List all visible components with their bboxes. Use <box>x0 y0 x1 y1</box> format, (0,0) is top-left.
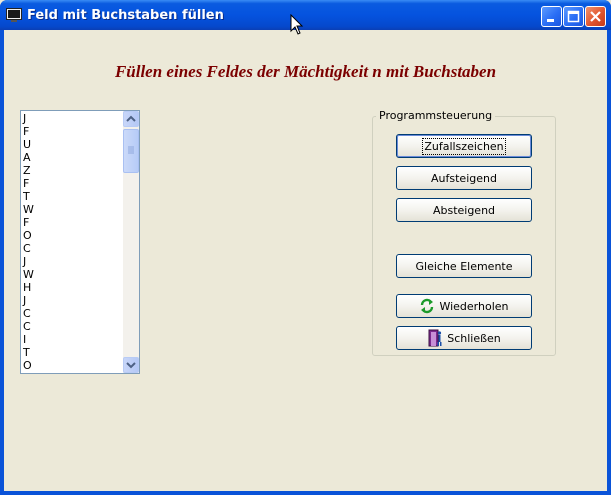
exit-door-icon <box>428 329 442 347</box>
repeat-label: Wiederholen <box>439 299 509 313</box>
minimize-icon <box>547 19 554 22</box>
list-item[interactable]: F <box>23 125 123 138</box>
random-letters-button[interactable]: Zufallszeichen <box>396 134 532 158</box>
list-item[interactable]: J <box>23 255 123 268</box>
listbox-scrollbar[interactable] <box>123 111 139 373</box>
list-item[interactable]: J <box>23 112 123 125</box>
window-bottom-border <box>0 491 611 495</box>
window-title: Feld mit Buchstaben füllen <box>27 8 224 23</box>
list-item[interactable]: F <box>23 177 123 190</box>
list-item[interactable]: C <box>23 307 123 320</box>
mouse-pointer-icon <box>290 14 304 35</box>
list-item[interactable]: U <box>23 138 123 151</box>
grip-icon <box>128 146 134 154</box>
random-letters-label: Zufallszeichen <box>422 137 506 155</box>
list-item[interactable]: T <box>23 190 123 203</box>
refresh-icon <box>421 298 434 314</box>
sort-descending-button[interactable]: Absteigend <box>396 198 532 222</box>
sort-descending-label: Absteigend <box>432 203 496 217</box>
chevron-down-icon <box>126 362 136 369</box>
sort-ascending-button[interactable]: Aufsteigend <box>396 166 532 190</box>
list-item[interactable]: W <box>23 203 123 216</box>
list-item[interactable]: I <box>23 333 123 346</box>
chevron-up-icon <box>126 115 136 122</box>
list-item[interactable]: F <box>23 216 123 229</box>
list-item[interactable]: A <box>23 151 123 164</box>
list-item[interactable]: J <box>23 294 123 307</box>
scroll-thumb[interactable] <box>123 129 139 173</box>
sort-ascending-label: Aufsteigend <box>431 171 497 185</box>
list-item[interactable]: W <box>23 268 123 281</box>
title-bar[interactable]: Feld mit Buchstaben füllen <box>0 0 611 30</box>
close-button[interactable] <box>585 6 606 27</box>
page-heading: Füllen eines Feldes der Mächtigkeit n mi… <box>114 62 497 81</box>
maximize-icon <box>567 10 580 23</box>
letter-list: JFUAZFTWFOCJWHJCCITO <box>23 112 123 372</box>
app-window: Feld mit Buchstaben füllen Füllen eines … <box>0 0 611 495</box>
app-window-icon <box>6 8 22 22</box>
list-item[interactable]: O <box>23 359 123 372</box>
list-item[interactable]: C <box>23 242 123 255</box>
letter-listbox[interactable]: JFUAZFTWFOCJWHJCCITO <box>20 110 140 374</box>
scroll-up-button[interactable] <box>123 111 139 127</box>
list-item[interactable]: T <box>23 346 123 359</box>
list-item[interactable]: Z <box>23 164 123 177</box>
close-app-button[interactable]: Schließen <box>396 326 532 350</box>
repeat-button[interactable]: Wiederholen <box>396 294 532 318</box>
list-item[interactable]: C <box>23 320 123 333</box>
list-item[interactable]: O <box>23 229 123 242</box>
scroll-down-button[interactable] <box>123 357 139 373</box>
close-icon <box>590 11 601 22</box>
groupbox-label: Programmsteuerung <box>376 109 496 122</box>
list-item[interactable]: H <box>23 281 123 294</box>
equal-elements-button[interactable]: Gleiche Elemente <box>396 254 532 278</box>
minimize-button[interactable] <box>541 6 562 27</box>
close-app-label: Schließen <box>447 331 501 345</box>
maximize-button[interactable] <box>563 6 584 27</box>
equal-elements-label: Gleiche Elemente <box>415 259 513 273</box>
client-area: Füllen eines Feldes der Mächtigkeit n mi… <box>4 30 607 491</box>
